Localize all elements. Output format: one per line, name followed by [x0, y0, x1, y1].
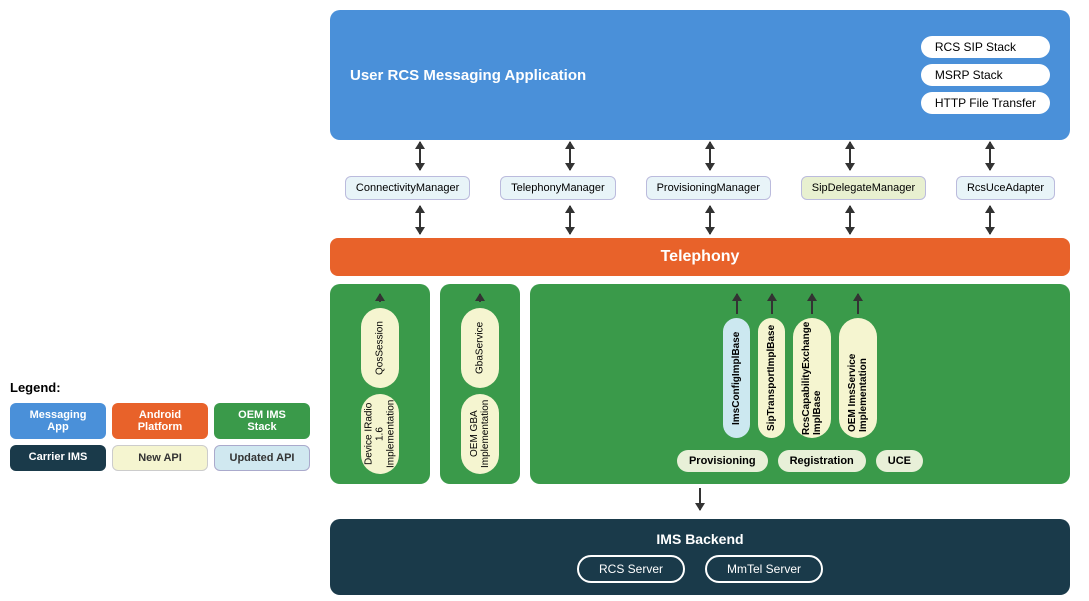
msrp-stack: MSRP Stack: [921, 64, 1050, 86]
arrows-from-rcs: [330, 142, 1070, 170]
legend-oem-ims-stack: OEM IMS Stack: [214, 403, 310, 439]
legend-carrier-ims: Carrier IMS: [10, 445, 106, 471]
rcs-uce-adapter: RcsUceAdapter: [956, 176, 1055, 200]
rcs-sip-stack: RCS SIP Stack: [921, 36, 1050, 58]
gba-service-pill: GbaService: [461, 308, 499, 388]
backend-pills: RCS Server MmTel Server: [350, 555, 1050, 583]
rcs-stack-group: RCS SIP Stack MSRP Stack HTTP File Trans…: [921, 36, 1050, 114]
connectivity-manager: ConnectivityManager: [345, 176, 470, 200]
uce-pill: UCE: [876, 450, 923, 472]
arrows-to-telephony: [330, 206, 1070, 234]
device-iradio-pill: Device IRadio 1.6 Implementation: [361, 394, 399, 474]
oem-gba-pill: OEM GBA Implementation: [461, 394, 499, 474]
ims-backend: IMS Backend RCS Server MmTel Server: [330, 519, 1070, 595]
qos-session-pill: QosSession: [361, 308, 399, 388]
legend-title: Legend:: [10, 380, 310, 395]
oem-ims-service-impl: OEM ImsService Implementation: [839, 318, 877, 438]
rcs-server-pill: RCS Server: [577, 555, 685, 583]
legend-android-platform: Android Platform: [112, 403, 208, 439]
registration-pill: Registration: [778, 450, 866, 472]
legend-grid: Messaging App Android Platform OEM IMS S…: [10, 403, 310, 471]
sip-delegate-manager: SipDelegateManager: [801, 176, 926, 200]
gba-box: GbaService OEM GBA Implementation: [440, 284, 520, 484]
user-rcs-label: User RCS Messaging Application: [350, 67, 586, 84]
provisioning-pill: Provisioning: [677, 450, 768, 472]
sip-transport-impl: SipTransportImplBase: [758, 318, 785, 438]
user-rcs-box: User RCS Messaging Application RCS SIP S…: [330, 10, 1070, 140]
ims-backend-title: IMS Backend: [350, 531, 1050, 547]
qos-box: QosSession Device IRadio 1.6 Implementat…: [330, 284, 430, 484]
mmtel-server-pill: MmTel Server: [705, 555, 823, 583]
legend-new-api: New API: [112, 445, 208, 471]
legend-updated-api: Updated API: [214, 445, 310, 471]
large-ims-box: ImsConfigImplBase SipTransportImplBase R…: [530, 284, 1070, 484]
provisioning-manager: ProvisioningManager: [646, 176, 771, 200]
legend-messaging-app: Messaging App: [10, 403, 106, 439]
api-managers-row: ConnectivityManager TelephonyManager Pro…: [330, 172, 1070, 204]
ims-section: QosSession Device IRadio 1.6 Implementat…: [330, 284, 1070, 484]
arrow-to-backend: [330, 488, 1070, 513]
legend: Legend: Messaging App Android Platform O…: [10, 380, 310, 471]
telephony-bar: Telephony: [330, 238, 1070, 276]
rcs-capability-impl: RcsCapabilityExchange ImplBase: [793, 318, 831, 438]
ims-config-impl: ImsConfigImplBase: [723, 318, 750, 438]
http-file-transfer: HTTP File Transfer: [921, 92, 1050, 114]
telephony-manager: TelephonyManager: [500, 176, 616, 200]
diagram: User RCS Messaging Application RCS SIP S…: [330, 10, 1070, 595]
